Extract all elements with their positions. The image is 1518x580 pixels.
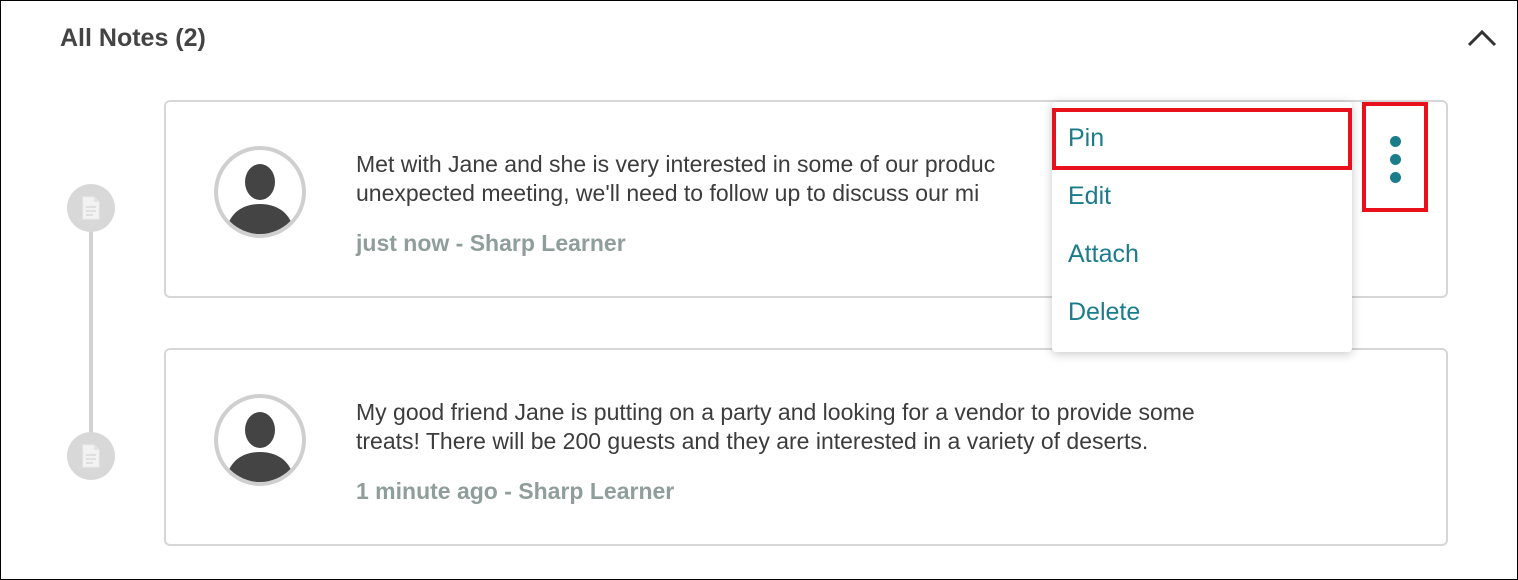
user-silhouette-icon [226,164,294,234]
note-meta: 1 minute ago - Sharp Learner [356,478,675,504]
section-title: All Notes (2) [60,24,206,52]
timeline-node-2 [67,432,115,480]
timeline-node-1 [67,184,115,232]
collapse-button[interactable] [1464,20,1500,56]
chevron-up-icon [1467,29,1497,47]
avatar [214,146,306,238]
note-card: My good friend Jane is putting on a part… [164,348,1448,546]
menu-item-pin[interactable]: Pin [1068,124,1104,153]
user-silhouette-icon [226,412,294,482]
avatar [214,394,306,486]
document-icon [82,196,100,220]
note-actions-menu: Pin Edit Attach Delete [1052,102,1352,352]
menu-item-edit[interactable]: Edit [1068,182,1111,211]
document-icon [82,444,100,468]
note-meta: just now - Sharp Learner [356,230,626,256]
menu-item-attach[interactable]: Attach [1068,240,1139,269]
timeline-line [89,220,93,450]
more-options-button[interactable] [1362,102,1428,212]
note-text: My good friend Jane is putting on a part… [356,399,1195,454]
menu-item-delete[interactable]: Delete [1068,298,1140,327]
